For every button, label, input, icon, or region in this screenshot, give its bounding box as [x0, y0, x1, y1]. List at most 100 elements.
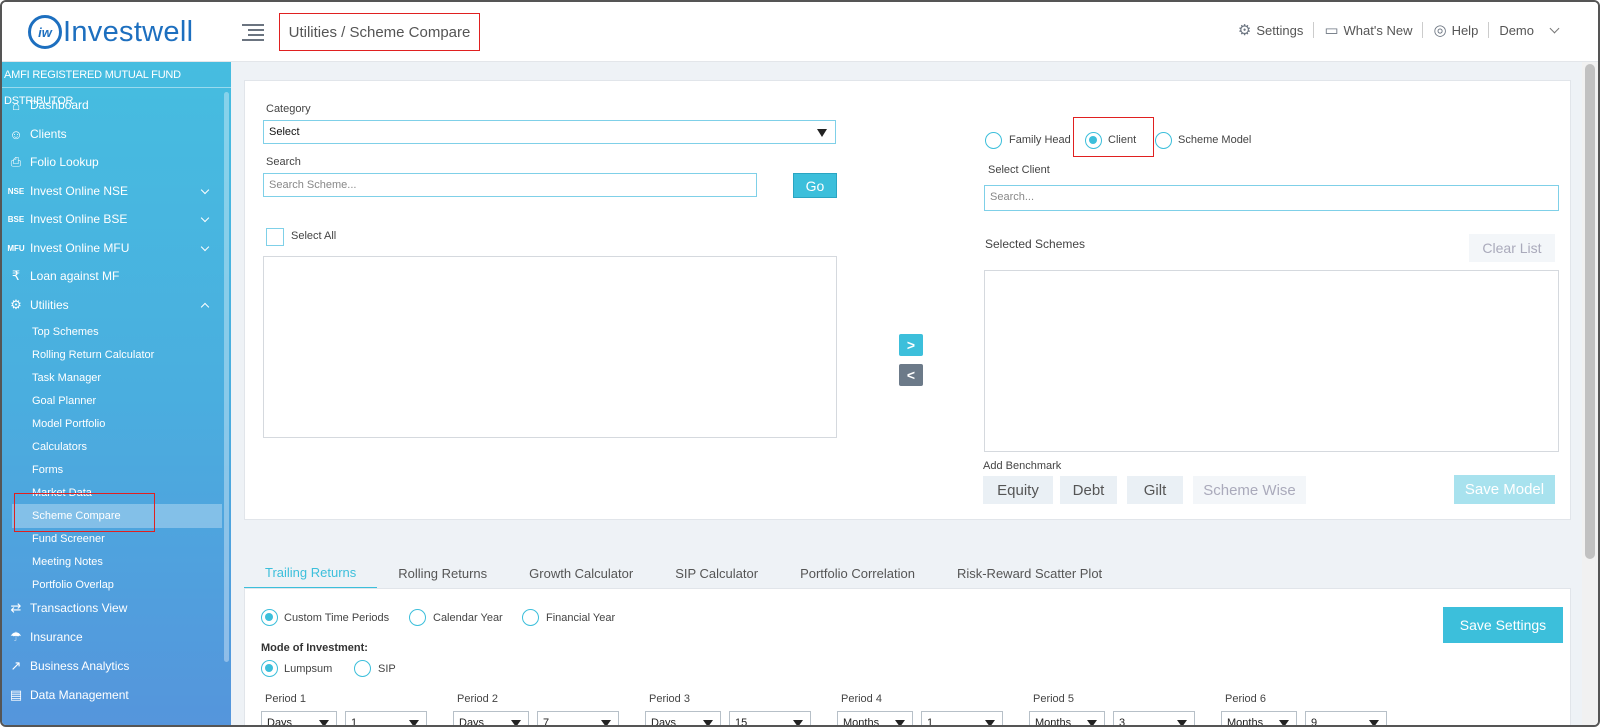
period-5-value-select[interactable]: 3: [1113, 711, 1195, 725]
available-schemes-list[interactable]: [263, 256, 837, 438]
period-3-value-select[interactable]: 15: [729, 711, 811, 725]
sidebar-item-label: Invest Online NSE: [30, 184, 129, 198]
tab-trailing-returns[interactable]: Trailing Returns: [244, 557, 378, 589]
help-label: Help: [1451, 22, 1479, 38]
calendar-year-radio[interactable]: [409, 609, 426, 626]
sidebar-item-clients[interactable]: ☺ Clients: [2, 121, 222, 147]
selected-schemes-list[interactable]: [984, 270, 1559, 452]
category-select[interactable]: Select: [263, 120, 836, 144]
period-3-unit-select[interactable]: Days: [645, 711, 721, 725]
period-6-unit-select[interactable]: Months: [1221, 711, 1297, 725]
logo[interactable]: iw Investwell: [28, 15, 193, 49]
family-head-label: Family Head: [1009, 134, 1071, 146]
analytics-icon: ↗: [10, 658, 22, 673]
sidebar-item-loan-against-mf[interactable]: ₹ Loan against MF: [2, 263, 222, 289]
app-window: iw Investwell Utilities / Scheme Compare…: [0, 0, 1600, 727]
period-2-unit-select[interactable]: Days: [453, 711, 529, 727]
tab-portfolio-correlation[interactable]: Portfolio Correlation: [779, 557, 936, 589]
sidebar-subitem-model-portfolio[interactable]: Model Portfolio: [12, 412, 222, 436]
period-1-value: 1: [351, 717, 358, 727]
whats-new-link[interactable]: ▭ What's New: [1324, 21, 1412, 39]
category-label: Category: [266, 103, 311, 115]
scheme-model-label: Scheme Model: [1178, 134, 1252, 146]
period-4-value: 1: [927, 717, 934, 727]
sidebar-item-folio-lookup[interactable]: ⎙ Folio Lookup: [2, 149, 222, 175]
sidebar-subitem-top-schemes[interactable]: Top Schemes: [12, 320, 222, 344]
chevron-down-icon: [200, 242, 210, 252]
benchmark-equity-button[interactable]: Equity: [983, 476, 1053, 504]
period-6-label: Period 6: [1225, 693, 1266, 705]
caret-down-icon: [1087, 720, 1097, 725]
scheme-model-radio[interactable]: [1155, 132, 1172, 149]
benchmark-scheme-wise-button[interactable]: Scheme Wise: [1193, 476, 1306, 504]
chevron-up-icon: [200, 302, 210, 312]
benchmark-debt-button[interactable]: Debt: [1060, 476, 1117, 504]
sidebar-item-utilities[interactable]: ⚙ Utilities: [2, 292, 222, 318]
save-model-button[interactable]: Save Model: [1454, 475, 1555, 504]
tab-sip-calculator[interactable]: SIP Calculator: [654, 557, 779, 589]
select-all-label: Select All: [291, 230, 337, 242]
sidebar-subitem-rolling-return-calculator[interactable]: Rolling Return Calculator: [12, 343, 222, 367]
calendar-year-label: Calendar Year: [433, 612, 503, 624]
benchmark-gilt-button[interactable]: Gilt: [1127, 476, 1183, 504]
family-head-radio[interactable]: [985, 132, 1002, 149]
scheme-search-input[interactable]: Search Scheme...: [263, 173, 757, 197]
add-benchmark-label: Add Benchmark: [983, 460, 1062, 472]
remove-scheme-button[interactable]: <: [899, 364, 923, 386]
scrollbar-thumb[interactable]: [1585, 64, 1595, 559]
tab-rolling-returns[interactable]: Rolling Returns: [377, 557, 508, 589]
period-1-unit-select[interactable]: Days: [261, 711, 337, 725]
save-settings-button[interactable]: Save Settings: [1443, 607, 1563, 643]
period-2-value: 7: [543, 717, 550, 727]
custom-time-periods-radio[interactable]: [261, 609, 278, 626]
menu-toggle-icon[interactable]: [242, 24, 264, 42]
sidebar-subitem-calculators[interactable]: Calculators: [12, 435, 222, 459]
sidebar-item-label: Folio Lookup: [30, 155, 99, 169]
sidebar-item-invest-mfu[interactable]: MFU Invest Online MFU: [2, 235, 222, 261]
page-scrollbar[interactable]: [1582, 62, 1598, 725]
sidebar-item-label: Business Analytics: [30, 659, 130, 673]
sidebar-subitem-forms[interactable]: Forms: [12, 458, 222, 482]
sidebar-subitem-portfolio-overlap[interactable]: Portfolio Overlap: [12, 573, 222, 597]
period-4-value-select[interactable]: 1: [921, 711, 1003, 727]
period-5-unit-select[interactable]: Months: [1029, 711, 1105, 725]
lumpsum-radio[interactable]: [261, 660, 278, 677]
sidebar-subitem-goal-planner[interactable]: Goal Planner: [12, 389, 222, 413]
select-all-checkbox[interactable]: [266, 228, 284, 246]
sidebar-scrollbar[interactable]: [224, 92, 229, 662]
sidebar-subitem-meeting-notes[interactable]: Meeting Notes: [12, 550, 222, 574]
period-4-unit-select[interactable]: Months: [837, 711, 913, 725]
sidebar-item-invest-bse[interactable]: BSE Invest Online BSE: [2, 206, 222, 232]
period-1-value-select[interactable]: 1: [345, 711, 427, 727]
sidebar-subitem-task-manager[interactable]: Task Manager: [12, 366, 222, 390]
amfi-banner: AMFI REGISTERED MUTUAL FUND DSTRIBUTOR: [2, 62, 231, 107]
sidebar-item-label: Dashboard: [30, 98, 89, 112]
sidebar-item-dashboard[interactable]: ⌂ Dashboard: [2, 92, 222, 118]
caret-down-icon: [511, 720, 521, 725]
caret-down-icon: [985, 720, 995, 725]
settings-link[interactable]: ⚙ Settings: [1238, 21, 1303, 39]
sidebar-item-business-analytics[interactable]: ↗ Business Analytics: [2, 653, 222, 679]
sidebar-item-insurance[interactable]: ☂ Insurance: [2, 624, 222, 650]
period-2-value-select[interactable]: 7: [537, 711, 619, 727]
tab-risk-reward-scatter-plot[interactable]: Risk-Reward Scatter Plot: [936, 557, 1123, 589]
caret-down-icon: [1177, 720, 1187, 725]
period-6-value-select[interactable]: 9: [1305, 711, 1387, 725]
sip-label: SIP: [378, 663, 396, 675]
clear-list-button[interactable]: Clear List: [1469, 234, 1555, 262]
period-2-unit: Days: [459, 717, 485, 727]
add-scheme-button[interactable]: >: [899, 334, 923, 356]
divider: [1313, 22, 1315, 38]
chevron-down-icon: [200, 185, 210, 195]
sidebar-item-label: Utilities: [30, 298, 69, 312]
client-search-input[interactable]: Search...: [984, 185, 1559, 211]
go-button[interactable]: Go: [793, 173, 837, 198]
sip-radio[interactable]: [354, 660, 371, 677]
sidebar-item-transactions-view[interactable]: ⇄ Transactions View: [2, 595, 222, 621]
user-menu[interactable]: Demo: [1499, 23, 1560, 38]
sidebar-item-invest-nse[interactable]: NSE Invest Online NSE: [2, 178, 222, 204]
sidebar-item-data-management[interactable]: ▤ Data Management: [2, 682, 222, 708]
financial-year-radio[interactable]: [522, 609, 539, 626]
help-link[interactable]: ◎ Help: [1433, 21, 1478, 39]
tab-growth-calculator[interactable]: Growth Calculator: [508, 557, 654, 589]
